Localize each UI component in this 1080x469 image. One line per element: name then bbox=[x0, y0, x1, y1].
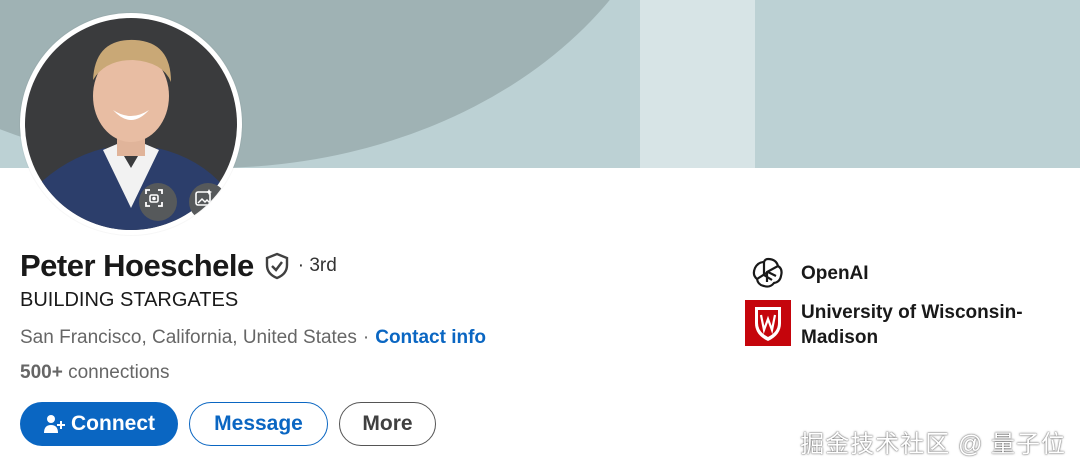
connect-button[interactable]: Connect bbox=[20, 402, 178, 446]
frame-camera-icon bbox=[145, 189, 163, 207]
more-button[interactable]: More bbox=[339, 402, 436, 446]
add-person-icon bbox=[44, 415, 65, 433]
location-row: San Francisco, California, United States… bbox=[20, 327, 486, 349]
location-text: San Francisco, California, United States bbox=[20, 327, 357, 348]
watermark-text: 掘金技术社区 @ 量子位 bbox=[800, 431, 1066, 458]
connections-label: connections bbox=[68, 362, 170, 383]
org-name: OpenAI bbox=[801, 262, 869, 284]
org-uw-madison[interactable]: University of Wisconsin-Madison bbox=[745, 300, 1051, 350]
camera-frame-button[interactable] bbox=[139, 183, 177, 221]
profile-avatar[interactable] bbox=[20, 13, 242, 235]
image-edit-icon bbox=[195, 189, 212, 206]
profile-name-row: Peter Hoeschele · 3rd bbox=[20, 246, 337, 286]
edit-photo-button[interactable] bbox=[189, 183, 227, 221]
contact-info-link[interactable]: Contact info bbox=[375, 327, 486, 349]
profile-name: Peter Hoeschele bbox=[20, 248, 254, 283]
connection-degree: · 3rd bbox=[297, 255, 337, 276]
org-name: University of Wisconsin-Madison bbox=[801, 302, 1023, 348]
message-button[interactable]: Message bbox=[189, 402, 328, 446]
connections-count[interactable]: 500+ connections bbox=[20, 362, 169, 384]
message-label: Message bbox=[214, 412, 303, 435]
banner-stripe bbox=[640, 0, 755, 168]
more-label: More bbox=[362, 412, 413, 435]
verified-shield-icon[interactable] bbox=[264, 252, 290, 280]
openai-logo-icon bbox=[745, 250, 791, 296]
uw-madison-crest-icon bbox=[745, 300, 791, 346]
separator-dot: · bbox=[362, 327, 370, 348]
org-openai[interactable]: OpenAI bbox=[745, 250, 1051, 296]
connect-label: Connect bbox=[71, 412, 155, 435]
connections-number: 500+ bbox=[20, 362, 63, 383]
profile-headline: BUILDING STARGATES bbox=[20, 289, 239, 311]
